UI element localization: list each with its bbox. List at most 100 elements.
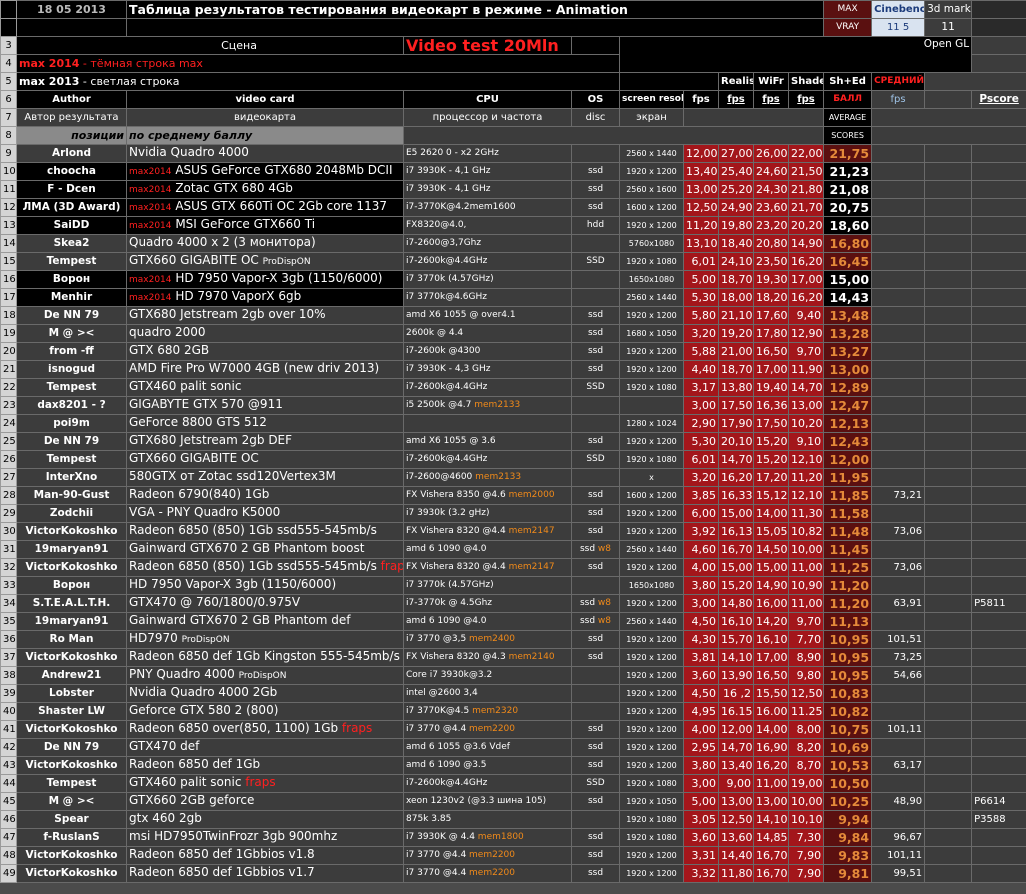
cinebench-score[interactable] <box>924 504 973 523</box>
cinebench-score[interactable] <box>924 468 973 487</box>
average-score[interactable]: 11,25 <box>823 558 873 577</box>
disc-cell[interactable] <box>571 576 620 595</box>
screen-res-cell[interactable]: 1600 x 1200 <box>619 198 684 217</box>
shed-fps[interactable]: 13,00 <box>787 396 825 415</box>
average-score[interactable]: 21,08 <box>823 180 873 199</box>
videocard-cell[interactable]: Radeon 6850 def 1Gb <box>126 756 404 775</box>
cinebench-score[interactable] <box>924 288 973 307</box>
shed-fps[interactable]: 16,20 <box>787 288 825 307</box>
screen-res-cell[interactable]: 1920 x 1200 <box>619 684 684 703</box>
author-cell[interactable]: M @ >< <box>16 324 127 343</box>
videocard-cell[interactable]: Radeon 6850 def 1Gbbios v1.7 <box>126 864 404 883</box>
wifr-fps[interactable]: 20,10 <box>718 432 754 451</box>
pscore-cell[interactable] <box>971 396 1026 415</box>
fps-header-4[interactable]: fps <box>787 90 825 109</box>
empty-cell[interactable] <box>871 126 1026 145</box>
cpu-header[interactable]: CPU <box>403 90 572 109</box>
pscore-cell[interactable]: P3588 <box>971 810 1026 829</box>
vray-score[interactable] <box>871 378 926 397</box>
shaded-fps[interactable]: 17,60 <box>753 306 789 325</box>
cinebench-score[interactable] <box>924 162 973 181</box>
realistic-fps[interactable]: 3,80 <box>683 756 719 775</box>
screen-res-header[interactable]: screen resolut <box>619 90 684 109</box>
shaded-fps[interactable]: 16,70 <box>753 846 789 865</box>
wifr-fps[interactable]: 19,80 <box>718 216 754 235</box>
average-score[interactable]: 13,00 <box>823 360 873 379</box>
disc-cell[interactable]: SSD <box>571 252 620 271</box>
disc-cell[interactable] <box>571 234 620 253</box>
row-number[interactable]: 46 <box>0 810 17 829</box>
disc-cell[interactable]: ssd <box>571 432 620 451</box>
shaded-fps[interactable]: 15,00 <box>753 558 789 577</box>
cpu-cell[interactable]: i7-2600k@4.4GHz <box>403 774 572 793</box>
row-number[interactable]: 6 <box>0 90 17 109</box>
pscore-cell[interactable] <box>971 702 1026 721</box>
author-cell[interactable]: De NN 79 <box>16 306 127 325</box>
author-cell[interactable]: dax8201 - ? <box>16 396 127 415</box>
pscore-header[interactable]: Pscore <box>971 90 1026 109</box>
cinebench-score[interactable] <box>924 558 973 577</box>
realistic-fps[interactable]: 5,00 <box>683 270 719 289</box>
realistic-fps[interactable]: 3,81 <box>683 648 719 667</box>
pscore-cell[interactable] <box>971 342 1026 361</box>
row-number[interactable]: 44 <box>0 774 17 793</box>
screen-res-cell[interactable]: 1920 x 1200 <box>619 216 684 235</box>
disc-cell[interactable] <box>571 702 620 721</box>
cpu-cell[interactable]: i7 3930K - 4,1 GHz <box>403 162 572 181</box>
pscore-cell[interactable] <box>971 180 1026 199</box>
cinebench-score[interactable] <box>924 180 973 199</box>
realistic-fps[interactable]: 4,30 <box>683 630 719 649</box>
screen-res-cell[interactable]: 5760x1080 <box>619 234 684 253</box>
pscore-cell[interactable] <box>971 630 1026 649</box>
author-cell[interactable]: M @ >< <box>16 792 127 811</box>
cinebench-score[interactable] <box>924 198 973 217</box>
screen-res-cell[interactable]: 1920 x 1200 <box>619 756 684 775</box>
realistic-label[interactable]: Realistic <box>718 72 754 91</box>
average-score[interactable]: 11,20 <box>823 594 873 613</box>
shed-fps[interactable]: 20,20 <box>787 216 825 235</box>
cinebench-score[interactable] <box>924 810 973 829</box>
shed-fps[interactable]: 7,90 <box>787 846 825 865</box>
shaded-fps[interactable]: 16.00 <box>753 702 789 721</box>
author-cell[interactable]: VictorKokoshko <box>16 846 127 865</box>
avg-score-label[interactable]: СРЕДНИЙ <box>871 72 926 91</box>
row-number[interactable]: 37 <box>0 648 17 667</box>
realistic-fps[interactable]: 11,20 <box>683 216 719 235</box>
vray-score[interactable] <box>871 288 926 307</box>
wifr-fps[interactable]: 11,80 <box>718 864 754 883</box>
videocard-cell[interactable]: Radeon 6790(840) 1Gb <box>126 486 404 505</box>
cpu-cell[interactable]: i7-2600@3,7Ghz <box>403 234 572 253</box>
shaded-fps[interactable]: 17,00 <box>753 648 789 667</box>
vray-score[interactable] <box>871 342 926 361</box>
realistic-fps[interactable]: 3,20 <box>683 468 719 487</box>
wifr-fps[interactable]: 16,10 <box>718 612 754 631</box>
disc-cell[interactable]: ssd <box>571 648 620 667</box>
vray-score[interactable] <box>871 738 926 757</box>
shed-fps[interactable]: 10,82 <box>787 522 825 541</box>
vray-score[interactable] <box>871 360 926 379</box>
cinebench-score[interactable] <box>924 630 973 649</box>
cinebench-score[interactable] <box>924 720 973 739</box>
realistic-fps[interactable]: 3,00 <box>683 774 719 793</box>
vray-score[interactable]: 73,25 <box>871 648 926 667</box>
disc-cell[interactable]: ssd <box>571 162 620 181</box>
cinebench-score[interactable] <box>924 594 973 613</box>
author-cell[interactable]: Zodchii <box>16 504 127 523</box>
realistic-fps[interactable]: 5,30 <box>683 432 719 451</box>
empty-cell[interactable] <box>402 126 825 145</box>
wifr-fps[interactable]: 17,50 <box>718 396 754 415</box>
vray-score[interactable]: 54,66 <box>871 666 926 685</box>
realistic-fps[interactable]: 2,95 <box>683 738 719 757</box>
realistic-fps[interactable]: 3,00 <box>683 594 719 613</box>
cinebench-score[interactable] <box>924 396 973 415</box>
wifr-fps[interactable]: 16 ,2 <box>718 684 754 703</box>
empty-cell[interactable] <box>971 54 1026 73</box>
row-number[interactable]: 13 <box>0 216 17 235</box>
screen-res-cell[interactable]: 1920 x 1200 <box>619 522 684 541</box>
screen-res-cell[interactable]: 1920 x 1080 <box>619 828 684 847</box>
videocard-cell[interactable]: Radeon 6850 def 1Gbbios v1.8 <box>126 846 404 865</box>
disc-cell[interactable]: ssd <box>571 864 620 883</box>
vray-score[interactable]: 73,06 <box>871 522 926 541</box>
disc-cell[interactable] <box>571 468 620 487</box>
videocard-cell[interactable]: max2014 ASUS GeForce GTX680 2048Mb DCII <box>126 162 404 181</box>
